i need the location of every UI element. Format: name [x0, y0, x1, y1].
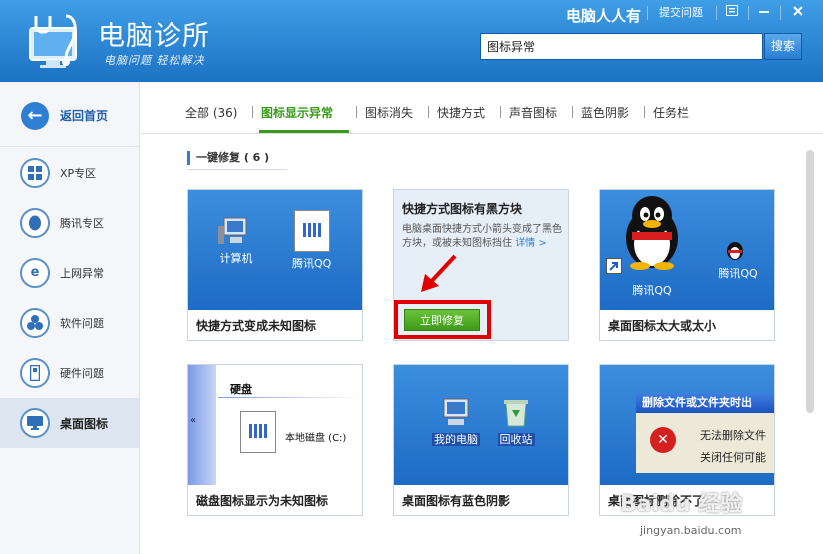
- sidebar-home-label: 返回首页: [60, 109, 109, 123]
- fix-card-disk-icon[interactable]: « 硬盘 本地磁盘 (C:) 磁盘图标显示为未知图标: [187, 364, 363, 516]
- card-preview: 删除文件或文件夹时出 ✕ 无法删除文件 关闭任何可能: [600, 365, 774, 485]
- card-title: 快捷方式变成未知图标: [196, 319, 317, 333]
- section-divider: [187, 169, 287, 170]
- close-icon[interactable]: [788, 4, 808, 22]
- sidebar-item-label: 软件问题: [60, 317, 104, 330]
- sidebar-item-software[interactable]: 软件问题: [0, 298, 140, 348]
- card-title: 桌面图标有蓝色阴影: [402, 494, 511, 508]
- search-input[interactable]: [480, 33, 763, 60]
- error-line-1: 无法删除文件: [700, 429, 766, 442]
- tab-blue-shadow[interactable]: 蓝色阴影: [581, 104, 629, 121]
- back-arrow-icon: ←: [21, 102, 49, 130]
- expand-icon: «: [190, 415, 197, 426]
- qq-icon-large-label: 腾讯QQ: [632, 284, 672, 297]
- card-preview: « 硬盘 本地磁盘 (C:): [188, 365, 362, 485]
- search-button[interactable]: 搜索: [764, 33, 802, 60]
- brand-logo: 电脑人人有: [566, 7, 642, 25]
- tab-all[interactable]: 全部 (36): [185, 104, 237, 121]
- tab-divider: [252, 106, 253, 118]
- desktop-icon-label: 腾讯QQ: [292, 257, 332, 270]
- sidebar-item-label: 腾讯专区: [60, 217, 104, 230]
- error-dialog-title: 删除文件或文件夹时出: [636, 393, 774, 413]
- card-description: 电脑桌面快捷方式小箭头变成了黑色方块，或被未知图标挡住 详情 >: [402, 223, 562, 251]
- tab-divider: [356, 106, 357, 118]
- section-title: 一键修复 ( 6 ): [187, 151, 269, 165]
- header-divider: [716, 6, 717, 20]
- sidebar: ← 返回首页 XP专区 腾讯专区 e 上网异常 软件问题 硬件问题 桌面图标: [0, 82, 140, 554]
- highlight-box: [394, 300, 491, 339]
- tab-divider: [428, 106, 429, 118]
- recycle-bin-icon: 回收站: [492, 397, 540, 447]
- sidebar-item-internet[interactable]: e 上网异常: [0, 248, 140, 298]
- sidebar-item-label: XP专区: [60, 167, 97, 180]
- tab-icon-display[interactable]: 图标显示异常: [261, 104, 333, 121]
- header-divider: [218, 397, 362, 398]
- card-title: 磁盘图标显示为未知图标: [196, 494, 329, 508]
- error-icon: ✕: [650, 427, 676, 453]
- disk-label: 本地磁盘 (C:): [285, 433, 347, 444]
- card-title: 快捷方式图标有黑方块: [402, 202, 523, 216]
- menu-icon[interactable]: [722, 4, 742, 22]
- tab-divider: [644, 106, 645, 118]
- app-window: 电脑诊所 电脑问题 轻松解决 电脑人人有 提交问题 搜索 ← 返回首页 XP专区: [0, 0, 823, 554]
- windows-icon: [20, 158, 50, 188]
- baidu-watermark: Baidu 经验: [620, 492, 743, 517]
- card-title: 桌面图标太大或太小: [608, 319, 717, 333]
- my-computer-icon: 我的电脑: [428, 397, 484, 447]
- qq-penguin-icon: [626, 196, 678, 270]
- sidebar-item-label: 桌面图标: [60, 417, 109, 431]
- desktop-icon-label: 回收站: [497, 433, 535, 446]
- software-icon: [20, 308, 50, 338]
- hardware-icon: [20, 358, 50, 388]
- header-divider: [748, 6, 749, 20]
- tab-shortcut[interactable]: 快捷方式: [437, 104, 485, 121]
- scrollbar-thumb[interactable]: [806, 150, 814, 413]
- tab-divider: [572, 106, 573, 118]
- qq-icon: [20, 208, 50, 238]
- header: 电脑诊所 电脑问题 轻松解决 电脑人人有 提交问题 搜索: [0, 0, 823, 82]
- tab-taskbar[interactable]: 任务栏: [653, 104, 689, 121]
- watermark-url: jingyan.baidu.com: [640, 524, 742, 537]
- header-divider: [780, 6, 781, 20]
- sidebar-item-label: 硬件问题: [60, 367, 104, 380]
- shortcut-arrow-icon: [606, 258, 622, 274]
- sidebar-item-hardware[interactable]: 硬件问题: [0, 348, 140, 398]
- tab-icon-missing[interactable]: 图标消失: [365, 104, 413, 121]
- ie-icon: e: [20, 258, 50, 288]
- error-line-2: 关闭任何可能: [700, 451, 766, 464]
- sidebar-item-label: 上网异常: [60, 267, 104, 280]
- qq-icon-small-label: 腾讯QQ: [718, 267, 758, 280]
- desktop-icon: [20, 408, 50, 438]
- sidebar-item-desktop-icons[interactable]: 桌面图标: [0, 398, 140, 448]
- active-tab-indicator: [259, 130, 349, 133]
- tab-sound-icon[interactable]: 声音图标: [509, 104, 557, 121]
- sidebar-item-xp[interactable]: XP专区: [0, 148, 140, 198]
- desktop-icon-label: 我的电脑: [432, 433, 480, 446]
- unknown-file-icon: [240, 411, 276, 456]
- sidebar-home[interactable]: ← 返回首页: [0, 82, 140, 147]
- submit-question-button[interactable]: 提交问题: [657, 4, 705, 22]
- category-tabs: 全部 (36) 图标显示异常 图标消失 快捷方式 声音图标 蓝色阴影 任务栏: [141, 82, 823, 134]
- computer-icon: 计算机: [218, 216, 254, 266]
- fix-card-blue-shadow[interactable]: 我的电脑 回收站 桌面图标有蓝色阴影: [393, 364, 569, 516]
- fix-card-unknown-shortcut[interactable]: 计算机 腾讯QQ 快捷方式变成未知图标: [187, 189, 363, 341]
- explorer-header: 硬盘: [230, 383, 252, 396]
- unknown-file-icon: 腾讯QQ: [292, 210, 331, 271]
- app-slogan: 电脑问题 轻松解决: [104, 54, 205, 67]
- card-preview: 腾讯QQ 腾讯QQ: [600, 190, 774, 310]
- app-title: 电脑诊所: [98, 21, 210, 52]
- error-dialog-body: ✕ 无法删除文件 关闭任何可能: [636, 413, 774, 473]
- red-arrow-annotation: [421, 254, 457, 292]
- fix-card-icon-size[interactable]: 腾讯QQ 腾讯QQ 桌面图标太大或太小: [599, 189, 775, 341]
- desktop-icon-label: 计算机: [219, 252, 253, 265]
- minimize-icon[interactable]: [754, 4, 774, 22]
- stethoscope-monitor-icon: [29, 14, 77, 68]
- card-preview: 计算机 腾讯QQ: [188, 190, 362, 310]
- card-preview: 我的电脑 回收站: [394, 365, 568, 485]
- sidebar-item-tencent[interactable]: 腾讯专区: [0, 198, 140, 248]
- qq-penguin-small-icon: [727, 242, 743, 260]
- tab-divider: [500, 106, 501, 118]
- header-divider: [647, 6, 648, 20]
- details-link[interactable]: 详情 >: [515, 238, 547, 249]
